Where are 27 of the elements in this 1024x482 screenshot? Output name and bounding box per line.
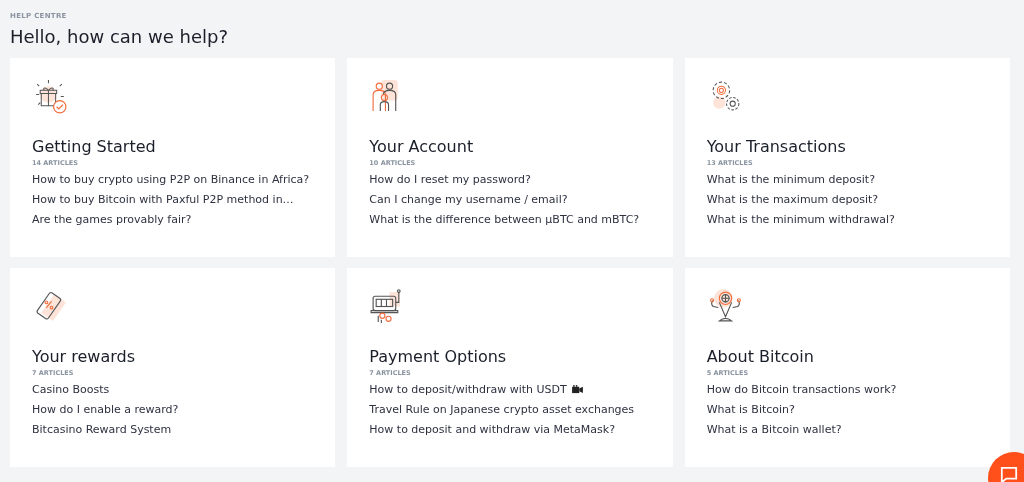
article-link[interactable]: How do I reset my password?: [369, 173, 640, 186]
category-title: Your Account: [369, 137, 474, 156]
article-link[interactable]: What is the maximum deposit?: [706, 193, 895, 206]
article-link[interactable]: How to buy crypto using P2P on Binance in Africa?: [32, 173, 310, 186]
article-link[interactable]: How to deposit/withdraw with USDT: [369, 383, 635, 396]
category-title: Your rewards: [32, 347, 135, 366]
article-link[interactable]: How to buy Bitcoin with Paxful P2P method in…: [32, 193, 310, 206]
article-link[interactable]: Can I change my username / email?: [369, 193, 640, 206]
article-link[interactable]: What is the minimum deposit?: [706, 173, 895, 186]
article-link[interactable]: Bitcasino Reward System: [32, 423, 179, 436]
category-title: Payment Options: [369, 347, 507, 366]
category-title: Getting Started: [32, 137, 156, 156]
chat-icon: [1000, 466, 1018, 482]
article-link[interactable]: How do I enable a reward?: [32, 403, 179, 416]
video-camera-icon: [571, 385, 583, 394]
article-link[interactable]: What is a Bitcoin wallet?: [706, 423, 897, 436]
article-link[interactable]: Are the games provably fair?: [32, 213, 310, 226]
article-link[interactable]: What is Bitcoin?: [706, 403, 897, 416]
category-title: About Bitcoin: [706, 347, 814, 366]
article-link[interactable]: What is the minimum withdrawal?: [706, 213, 895, 226]
article-link[interactable]: Travel Rule on Japanese crypto asset exchanges: [369, 403, 635, 416]
article-link[interactable]: How do Bitcoin transactions work?: [706, 383, 897, 396]
article-link[interactable]: Casino Boosts: [32, 383, 179, 396]
article-link[interactable]: How to deposit and withdraw via MetaMask?: [369, 423, 635, 436]
page-heading: Hello, how can we help?: [10, 26, 229, 47]
article-link[interactable]: What is the difference between µBTC and mBTC?: [369, 213, 640, 226]
category-title: Your Transactions: [706, 137, 846, 156]
